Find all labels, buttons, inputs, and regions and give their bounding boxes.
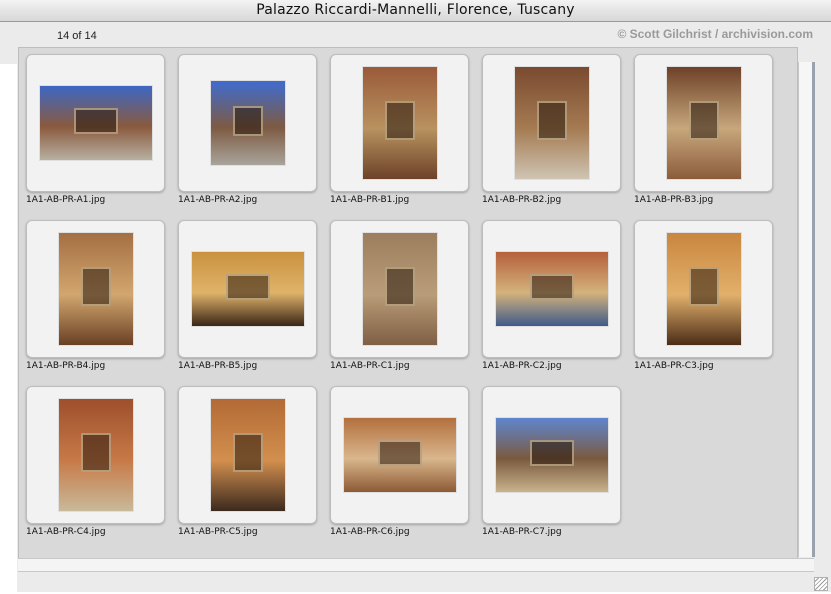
window-title: Palazzo Riccardi-Mannelli, Florence, Tus… bbox=[256, 2, 575, 18]
thumbnail-image[interactable] bbox=[344, 418, 456, 492]
thumbnail-image[interactable] bbox=[667, 233, 741, 345]
thumbnail-image[interactable] bbox=[363, 233, 437, 345]
thumbnail-tile[interactable] bbox=[482, 386, 621, 524]
thumbnail-tile[interactable] bbox=[482, 220, 621, 358]
thumbnail-filename: 1A1-AB-PR-C5.jpg bbox=[178, 527, 258, 537]
thumbnail-tile[interactable] bbox=[178, 386, 317, 524]
thumbnail-image[interactable] bbox=[59, 233, 133, 345]
thumbnail-filename: 1A1-AB-PR-A2.jpg bbox=[178, 195, 258, 205]
thumbnail-filename: 1A1-AB-PR-C3.jpg bbox=[634, 361, 714, 371]
thumbnail-image[interactable] bbox=[496, 252, 608, 326]
thumbnail-filename: 1A1-AB-PR-C7.jpg bbox=[482, 527, 562, 537]
image-counter: 14 of 14 bbox=[57, 30, 97, 42]
thumbnail-image[interactable] bbox=[496, 418, 608, 492]
resize-handle[interactable] bbox=[814, 577, 828, 591]
thumbnail-image[interactable] bbox=[59, 399, 133, 511]
thumbnail-tile[interactable] bbox=[330, 386, 469, 524]
left-margin bbox=[0, 64, 17, 594]
thumbnail-filename: 1A1-AB-PR-C1.jpg bbox=[330, 361, 410, 371]
thumbnail-image[interactable] bbox=[515, 67, 589, 179]
window-title-bar[interactable]: Palazzo Riccardi-Mannelli, Florence, Tus… bbox=[0, 0, 831, 22]
thumbnail-image[interactable] bbox=[667, 67, 741, 179]
thumbnail-filename: 1A1-AB-PR-C2.jpg bbox=[482, 361, 562, 371]
vertical-scroll-indicator bbox=[812, 62, 815, 557]
thumbnail-image[interactable] bbox=[40, 86, 152, 160]
thumbnail-image[interactable] bbox=[192, 252, 304, 326]
thumbnail-tile[interactable] bbox=[26, 220, 165, 358]
thumbnail-filename: 1A1-AB-PR-B1.jpg bbox=[330, 195, 410, 205]
thumbnail-tile[interactable] bbox=[634, 220, 773, 358]
thumbnail-filename: 1A1-AB-PR-B2.jpg bbox=[482, 195, 562, 205]
thumbnail-filename: 1A1-AB-PR-C6.jpg bbox=[330, 527, 410, 537]
thumbnail-tile[interactable] bbox=[26, 54, 165, 192]
thumbnail-filename: 1A1-AB-PR-B4.jpg bbox=[26, 361, 106, 371]
horizontal-scrollbar[interactable] bbox=[18, 558, 814, 572]
thumbnail-filename: 1A1-AB-PR-B3.jpg bbox=[634, 195, 714, 205]
thumbnail-tile[interactable] bbox=[634, 54, 773, 192]
thumbnail-grid: 1A1-AB-PR-A1.jpg 1A1-AB-PR-A2.jpg 1A1-AB-P… bbox=[18, 47, 798, 559]
copyright-credit: © Scott Gilchrist / archivision.com bbox=[617, 27, 813, 41]
thumbnail-tile[interactable] bbox=[330, 220, 469, 358]
gallery-window: 14 of 14 © Scott Gilchrist / archivision… bbox=[0, 22, 831, 594]
thumbnail-image[interactable] bbox=[211, 399, 285, 511]
thumbnail-filename: 1A1-AB-PR-A1.jpg bbox=[26, 195, 106, 205]
thumbnail-filename: 1A1-AB-PR-B5.jpg bbox=[178, 361, 258, 371]
thumbnail-tile[interactable] bbox=[178, 54, 317, 192]
vertical-scrollbar[interactable] bbox=[798, 62, 813, 557]
thumbnail-tile[interactable] bbox=[178, 220, 317, 358]
thumbnail-tile[interactable] bbox=[330, 54, 469, 192]
thumbnail-filename: 1A1-AB-PR-C4.jpg bbox=[26, 527, 106, 537]
thumbnail-tile[interactable] bbox=[482, 54, 621, 192]
thumbnail-image[interactable] bbox=[211, 81, 285, 165]
thumbnail-tile[interactable] bbox=[26, 386, 165, 524]
thumbnail-image[interactable] bbox=[363, 67, 437, 179]
